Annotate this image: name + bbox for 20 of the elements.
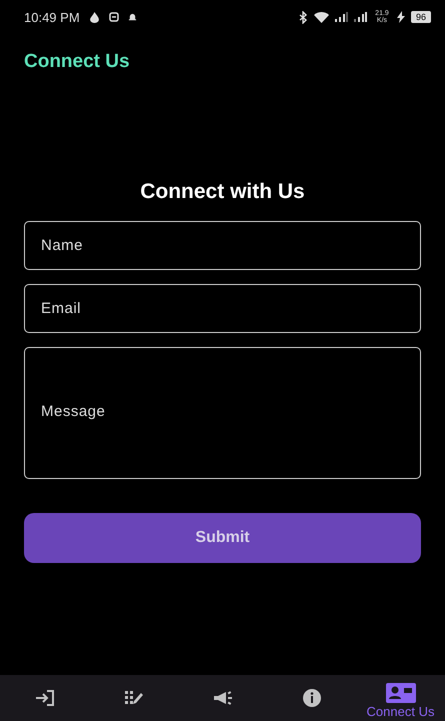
contact-card-icon [386, 683, 416, 703]
submit-button[interactable]: Submit [24, 513, 421, 563]
login-icon [34, 688, 56, 708]
signal-icon [334, 12, 348, 22]
bluetooth-icon [298, 10, 308, 24]
battery-level: 96 [410, 11, 431, 23]
message-field[interactable]: Message [24, 347, 421, 479]
form-heading: Connect with Us [140, 180, 305, 204]
app-notification-icon [108, 12, 119, 22]
input-field[interactable]: Email [24, 284, 421, 333]
bell-icon [128, 12, 137, 22]
nav-tab[interactable]: Connect Us [356, 678, 445, 721]
wifi-icon [314, 11, 329, 23]
status-time: 10:49 PM [24, 10, 80, 24]
app-title: Connect Us [24, 51, 131, 73]
megaphone-icon [212, 688, 234, 708]
charging-icon [396, 11, 405, 23]
signal-icon [354, 12, 367, 22]
info-icon [300, 687, 322, 709]
input-field[interactable]: Name [24, 221, 421, 270]
